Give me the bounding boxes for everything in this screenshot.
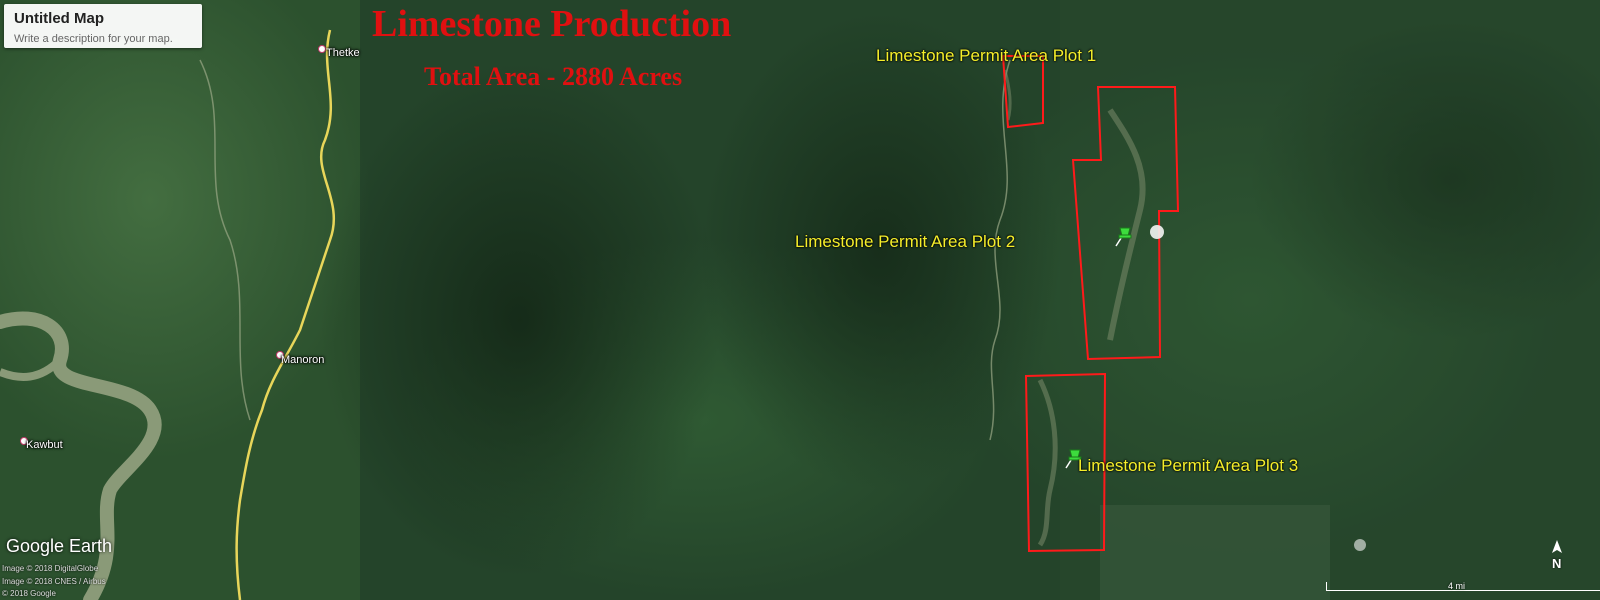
imagery-credit: © 2018 Google bbox=[2, 589, 56, 598]
terrain-dark-1 bbox=[320, 60, 720, 580]
scale-label: 4 mi bbox=[1448, 581, 1466, 591]
map-info-card[interactable]: Untitled Map Write a description for you… bbox=[4, 4, 202, 48]
cloud-spot-2 bbox=[1354, 539, 1366, 551]
place-label-thetke[interactable]: Thetke bbox=[326, 47, 360, 59]
google-earth-logo: Google Earth bbox=[6, 536, 113, 556]
plot-2-label[interactable]: Limestone Permit Area Plot 1 bbox=[876, 46, 1096, 66]
place-label-manoron[interactable]: Manoron bbox=[281, 354, 324, 366]
map-title[interactable]: Untitled Map bbox=[14, 10, 104, 27]
map-description[interactable]: Write a description for your map. bbox=[14, 33, 173, 45]
satellite-map[interactable] bbox=[0, 0, 1600, 600]
pushpin-icon[interactable] bbox=[1112, 224, 1134, 248]
north-arrow-icon[interactable] bbox=[1551, 540, 1563, 554]
compass-label[interactable]: N bbox=[1552, 556, 1561, 571]
plot-1-label[interactable]: Limestone Permit Area Plot 2 bbox=[795, 232, 1015, 252]
imagery-credit: Image © 2018 DigitalGlobe bbox=[2, 564, 99, 573]
heading-subtitle: Total Area - 2880 Acres bbox=[424, 62, 683, 91]
heading-title: Limestone Production bbox=[372, 3, 732, 45]
imagery-tile-seam bbox=[1060, 0, 1600, 600]
plot-3-label[interactable]: Limestone Permit Area Plot 3 bbox=[1078, 456, 1298, 476]
cloud-spot bbox=[1150, 225, 1164, 239]
place-label-kawbut[interactable]: Kawbut bbox=[26, 439, 63, 451]
place-marker[interactable] bbox=[318, 45, 326, 53]
imagery-credit: Image © 2018 CNES / Airbus bbox=[2, 577, 106, 586]
